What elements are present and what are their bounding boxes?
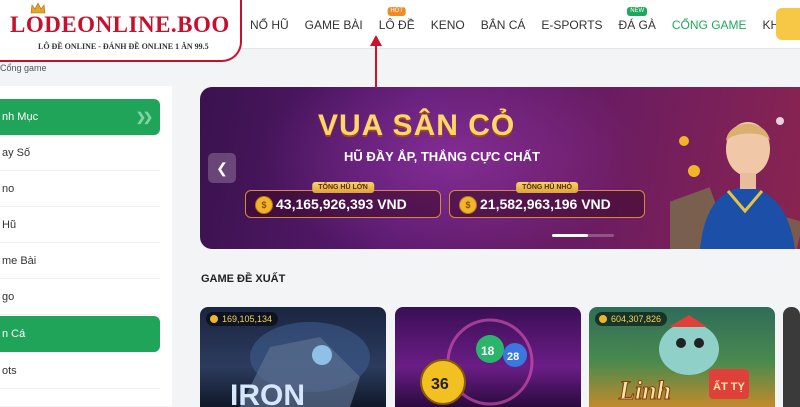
coin-icon: $ (255, 196, 273, 214)
sidebar-item-label: ots (2, 364, 17, 377)
main-nav: NỔ HŨ GAME BÀI HOT LÔ ĐỀ KENO BẮN CÁ E-SP… (250, 0, 800, 48)
svg-text:IRON: IRON (230, 379, 305, 407)
sidebar-item-keno[interactable]: no (0, 171, 160, 207)
nav-e-sports[interactable]: E-SPORTS (541, 16, 602, 32)
sidebar-item-label: me Bài (2, 254, 37, 267)
nav-label: NỔ HŨ (250, 18, 289, 32)
nav-label: CỔNG GAME (671, 18, 747, 32)
nav-cong-game[interactable]: CỔNG GAME (672, 16, 747, 32)
annotation-arrow-icon (370, 35, 382, 88)
sidebar-item-slots[interactable]: ots (0, 353, 160, 389)
jackpot-value: 43,165,926,393 VND (276, 196, 407, 212)
logo-title: LODEONLINE.BOO (10, 12, 230, 37)
banner-subtitle: HŨ ĐẦY ẮP, THẮNG CỰC CHẤT (344, 149, 540, 164)
jackpot-label: TỔNG HŨ NHỎ (516, 182, 578, 193)
jackpot-large: TỔNG HŨ LỚN $ 43,165,926,393 VND (245, 182, 441, 218)
sidebar-item-ban-ca[interactable]: n Cá (0, 316, 160, 352)
coin-icon: $ (459, 196, 477, 214)
banner-title: VUA SÂN CỎ (318, 109, 516, 142)
carousel-indicator[interactable] (552, 234, 614, 237)
game-card-art: 36 18 28 (420, 318, 534, 406)
nav-da-ga[interactable]: NEW ĐÁ GÀ (618, 7, 656, 32)
game-card[interactable]: 36 18 28 (395, 307, 581, 407)
game-card-partial[interactable] (783, 307, 800, 407)
svg-text:18: 18 (481, 344, 495, 358)
jackpot-label: TỔNG HŨ LỚN (312, 182, 374, 193)
chevron-left-icon[interactable]: ❮ (208, 153, 236, 183)
double-chevron-right-icon: ❯❯ (135, 110, 153, 124)
carousel-indicator-active (552, 234, 588, 237)
sidebar-item-label: no (2, 182, 15, 195)
sidebar-item-label: nh Mục (2, 111, 39, 123)
nav-keno[interactable]: KENO (431, 16, 465, 32)
sidebar-item-game-bai[interactable]: me Bài (0, 243, 160, 279)
jackpot-count: 169,105,134 (206, 312, 279, 326)
svg-text:ẤT TỴ: ẤT TỴ (713, 380, 745, 393)
nav-label: BẮN CÁ (480, 18, 526, 32)
sidebar-item-no-hu[interactable]: Hũ (0, 207, 160, 243)
svg-text:Linh: Linh (618, 376, 671, 405)
nav-label: KENO (430, 18, 465, 32)
sidebar-item-label: n Cá (2, 328, 26, 340)
football-player-image (670, 117, 800, 249)
logo-tagline: LÔ ĐỀ ONLINE - ĐÁNH ĐỀ ONLINE 1 ĂN 99.5 (38, 42, 209, 51)
game-card[interactable]: Linh ẤT TỴ 604,307,826 (589, 307, 775, 407)
nav-ban-ca[interactable]: BẮN CÁ (481, 16, 526, 32)
nav-label: GAME BÀI (304, 18, 363, 32)
new-badge: NEW (627, 7, 648, 16)
sidebar-item-lo-go[interactable]: go (0, 279, 160, 315)
promo-banner[interactable]: ❮ VUA SÂN CỎ HŨ ĐẦY ẮP, THẮNG CỰC CHẤT T… (200, 87, 800, 249)
sidebar-item-label: Hũ (2, 218, 17, 231)
section-title: GAME ĐỀ XUẤT (201, 273, 286, 285)
jackpot-small: TỔNG HŨ NHỎ $ 21,582,963,196 VND (449, 182, 645, 218)
sidebar-item-label: ay Số (2, 146, 31, 159)
breadcrumb[interactable]: Cổng game (0, 63, 47, 73)
nav-lo-de[interactable]: HOT LÔ ĐỀ (378, 7, 415, 32)
nav-label: ĐÁ GÀ (618, 18, 656, 32)
header-action-button[interactable] (776, 8, 800, 40)
sidebar-item-quay-so[interactable]: ay Số (0, 135, 160, 171)
jackpot-count: 604,307,826 (595, 312, 668, 326)
hot-badge: HOT (387, 7, 407, 16)
sidebar-item-danh-muc[interactable]: nh Mục ❯❯ (0, 99, 160, 135)
nav-game-bai[interactable]: GAME BÀI (305, 16, 363, 32)
site-logo[interactable]: LODEONLINE.BOO LÔ ĐỀ ONLINE - ĐÁNH ĐỀ ON… (0, 0, 242, 62)
sidebar-item-label: go (2, 290, 15, 303)
svg-text:36: 36 (431, 376, 449, 393)
jackpot-value: 21,582,963,196 VND (480, 196, 611, 212)
svg-text:28: 28 (507, 351, 519, 363)
nav-no-hu[interactable]: NỔ HŨ (250, 16, 289, 32)
nav-label: E-SPORTS (541, 18, 603, 32)
nav-label: LÔ ĐỀ (378, 18, 415, 32)
category-sidebar: nh Mục ❯❯ ay Số no Hũ me Bài go n Cá ots (0, 86, 172, 406)
game-card[interactable]: IRON 169,105,134 (200, 307, 386, 407)
